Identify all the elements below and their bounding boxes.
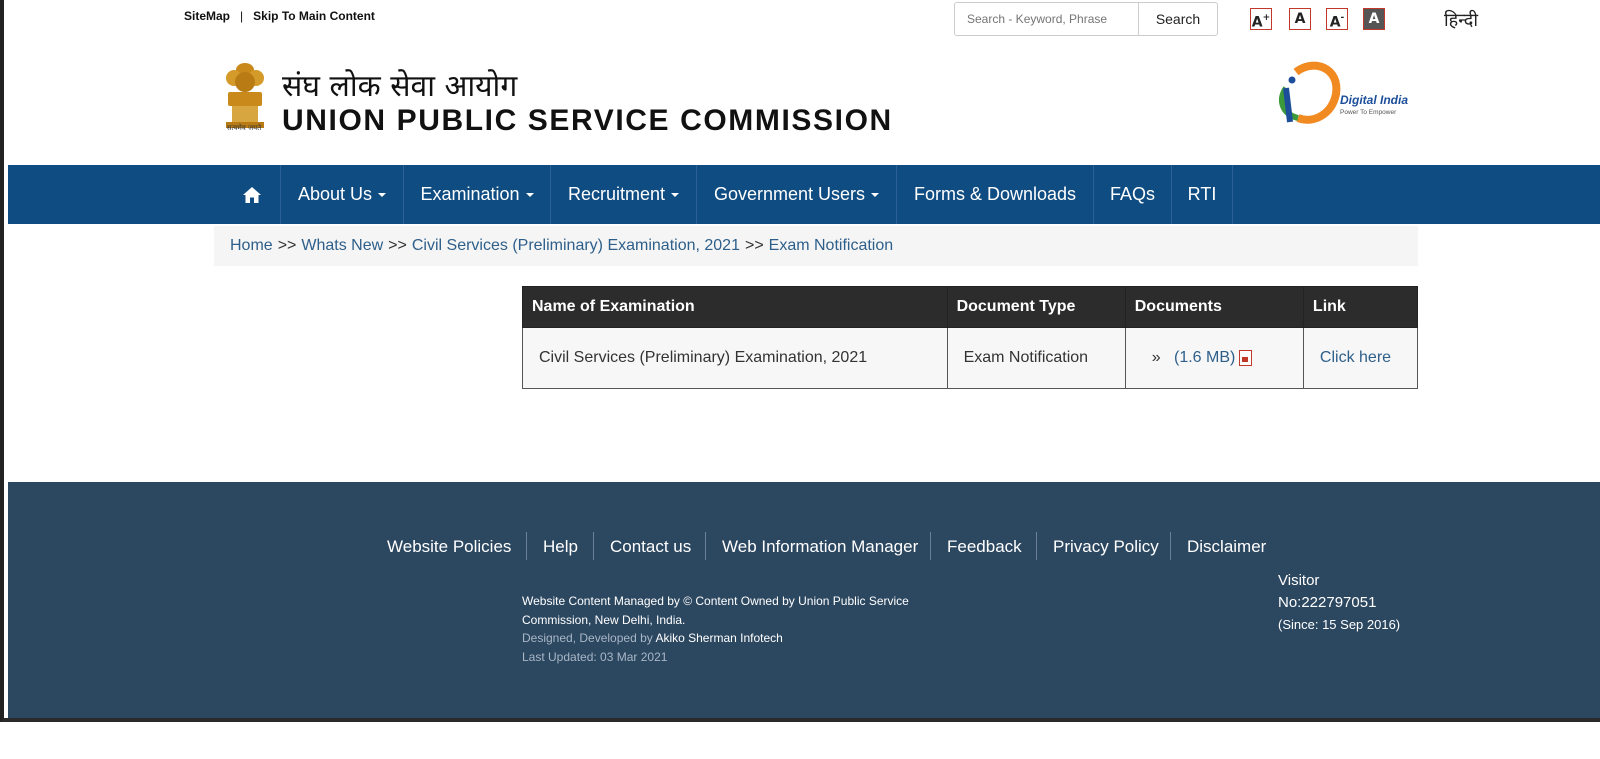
- search-button[interactable]: Search: [1139, 3, 1217, 35]
- developer-link[interactable]: Akiko Sherman Infotech: [655, 631, 782, 645]
- table-row: Civil Services (Preliminary) Examination…: [522, 327, 1419, 389]
- digital-india-tagline: Power To Empower: [1340, 109, 1397, 116]
- footer-link-contact[interactable]: Contact us: [610, 534, 691, 560]
- cell-link: Click here: [1302, 327, 1419, 389]
- visitor-since: (Since: 15 Sep 2016): [1278, 617, 1401, 632]
- footer-divider: [526, 532, 527, 560]
- sitemap-link[interactable]: SiteMap: [184, 9, 230, 23]
- column-header-name: Name of Examination: [522, 286, 948, 328]
- document-download-link[interactable]: (1.6 MB): [1174, 349, 1235, 366]
- cell-doc-type: Exam Notification: [946, 327, 1126, 389]
- nav-about-us-label: About Us: [297, 184, 373, 204]
- column-header-documents: Documents: [1124, 286, 1304, 328]
- utility-bar: SiteMap|Skip To Main Content Search A+ A…: [8, 0, 1600, 41]
- utility-separator: |: [240, 9, 244, 23]
- high-contrast-label: A: [1368, 11, 1380, 27]
- digital-india-text: Digital India: [1340, 93, 1408, 107]
- utility-links: SiteMap | Skip To Main Content: [184, 9, 375, 23]
- caret-down-icon: [525, 193, 534, 198]
- nav-recruitment[interactable]: Recruitment: [551, 165, 697, 224]
- nav-rti-label: RTI: [1187, 184, 1217, 204]
- breadcrumb-current[interactable]: Exam Notification: [769, 237, 894, 254]
- column-header-link: Link: [1302, 286, 1419, 328]
- font-decrease-label: A: [1329, 14, 1341, 31]
- site-footer: Website Policies Help Contact us Web Inf…: [8, 482, 1600, 718]
- search-box: Search: [954, 2, 1218, 36]
- nav-government-users-label: Government Users: [713, 184, 866, 204]
- content-ownership-text: Website Content Managed by © Content Own…: [522, 594, 909, 627]
- breadcrumb-home[interactable]: Home: [230, 237, 273, 254]
- font-decrease-button[interactable]: A-: [1326, 8, 1348, 31]
- footer-divider: [705, 532, 706, 560]
- font-decrease-sup: -: [1340, 13, 1345, 23]
- last-updated: Last Updated: 03 Mar 2021: [522, 649, 668, 664]
- footer-divider: [1036, 532, 1037, 560]
- documents-table: Name of Examination Document Type Docume…: [522, 286, 1419, 389]
- breadcrumb-exam[interactable]: Civil Services (Preliminary) Examination…: [412, 237, 740, 254]
- search-input[interactable]: [955, 3, 1139, 35]
- page-frame: SiteMap|Skip To Main Content Search A+ A…: [0, 0, 1600, 722]
- breadcrumb-separator: >>: [388, 237, 407, 254]
- home-icon: [243, 187, 261, 204]
- skip-to-content-link[interactable]: Skip To Main Content: [253, 9, 375, 23]
- footer-divider: [593, 532, 594, 560]
- column-header-doc-type: Document Type: [946, 286, 1126, 328]
- nav-examination[interactable]: Examination: [404, 165, 551, 224]
- nav-faqs-label: FAQs: [1109, 184, 1155, 204]
- breadcrumb-separator: >>: [277, 237, 297, 254]
- nav-recruitment-label: Recruitment: [567, 184, 666, 204]
- footer-credits: Website Content Managed by © Content Own…: [522, 592, 962, 666]
- font-normal-label: A: [1294, 11, 1306, 27]
- nav-faqs[interactable]: FAQs: [1094, 165, 1172, 224]
- nav-forms-downloads[interactable]: Forms & Downloads: [897, 165, 1094, 224]
- caret-down-icon: [871, 193, 880, 198]
- site-header: सत्यमेव जयते संघ लोक सेवा आयोग UNION PUB…: [8, 40, 1600, 164]
- site-title-english: UNION PUBLIC SERVICE COMMISSION: [282, 104, 893, 137]
- nav-examination-label: Examination: [420, 184, 520, 204]
- footer-divider: [1170, 532, 1171, 560]
- nav-about-us[interactable]: About Us: [281, 165, 404, 224]
- nav-forms-downloads-label: Forms & Downloads: [913, 184, 1077, 204]
- footer-link-web-info-manager[interactable]: Web Information Manager: [722, 534, 918, 560]
- footer-link-disclaimer[interactable]: Disclaimer: [1187, 534, 1266, 560]
- site-title-hindi: संघ लोक सेवा आयोग: [282, 69, 518, 104]
- emblem-caption: सत्यमेव जयते: [226, 124, 262, 132]
- font-increase-sup: +: [1262, 13, 1271, 23]
- click-here-link[interactable]: Click here: [1320, 349, 1391, 366]
- footer-link-website-policies[interactable]: Website Policies: [387, 534, 511, 560]
- footer-link-privacy[interactable]: Privacy Policy: [1053, 534, 1159, 560]
- nav-government-users[interactable]: Government Users: [697, 165, 897, 224]
- caret-down-icon: [671, 193, 680, 198]
- footer-divider: [930, 532, 931, 560]
- visitor-label: Visitor: [1278, 572, 1320, 589]
- footer-link-feedback[interactable]: Feedback: [947, 534, 1022, 560]
- visitor-counter: Visitor No:222797051 (Since: 15 Sep 2016…: [1278, 570, 1400, 636]
- cell-documents: » (1.6 MB): [1124, 327, 1304, 389]
- pdf-icon[interactable]: [1239, 349, 1253, 366]
- caret-down-icon: [378, 193, 387, 198]
- cell-exam-name: Civil Services (Preliminary) Examination…: [522, 327, 948, 389]
- digital-india-logo[interactable]: Digital India Power To Empower: [1274, 60, 1414, 132]
- font-increase-button[interactable]: A+: [1250, 8, 1272, 31]
- bullet-icon: »: [1151, 349, 1161, 366]
- high-contrast-button[interactable]: A: [1363, 8, 1385, 30]
- nav-home[interactable]: [224, 165, 281, 224]
- designed-by-prefix: Designed, Developed by: [522, 631, 653, 645]
- breadcrumb-separator: >>: [744, 237, 764, 254]
- nav-rti[interactable]: RTI: [1172, 165, 1233, 224]
- breadcrumb: Home >> Whats New >> Civil Services (Prelimi…: [214, 226, 1418, 266]
- font-normal-button[interactable]: A: [1289, 8, 1311, 30]
- breadcrumb-whats-new[interactable]: Whats New: [301, 237, 383, 254]
- font-increase-label: A: [1251, 14, 1263, 31]
- visitor-count: No:222797051: [1278, 594, 1377, 611]
- main-nav: About Us Examination Recruitment Governm…: [8, 165, 1600, 224]
- footer-link-help[interactable]: Help: [543, 534, 578, 560]
- hindi-language-link[interactable]: हिन्दी: [1444, 8, 1478, 32]
- table-header-row: Name of Examination Document Type Docume…: [522, 286, 1419, 328]
